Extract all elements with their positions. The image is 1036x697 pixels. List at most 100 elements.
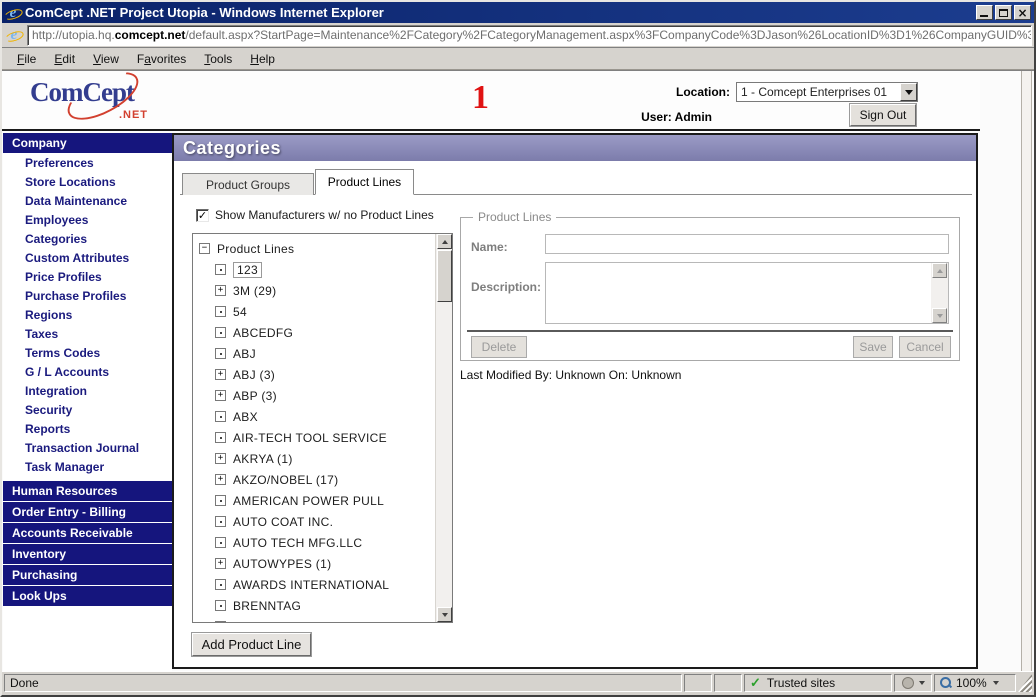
sidebar-section-accounts-receivable[interactable]: Accounts Receivable (3, 523, 172, 543)
sidebar-item-reports[interactable]: Reports (3, 420, 172, 439)
tree-row[interactable]: + AUTOWYPES (1) (193, 553, 435, 574)
leaf-node-icon[interactable] (215, 327, 226, 338)
tree-row[interactable]: + AKZO/NOBEL (17) (193, 469, 435, 490)
protected-mode-pane[interactable] (894, 674, 932, 692)
tree-row[interactable]: BRENNTAG (193, 595, 435, 616)
expand-icon[interactable]: + (215, 558, 226, 569)
tree-node-label[interactable]: ABCEDFG (233, 326, 293, 340)
tree-node-label[interactable]: 3M (29) (233, 284, 276, 298)
sidebar-item-terms-codes[interactable]: Terms Codes (3, 344, 172, 363)
menu-file[interactable]: File (8, 49, 45, 69)
leaf-node-icon[interactable] (215, 306, 226, 317)
scroll-up-button[interactable] (932, 263, 947, 278)
sign-out-button[interactable]: Sign Out (850, 104, 916, 126)
tree-node-label[interactable]: 54 (233, 305, 247, 319)
tree-row[interactable]: + ABJ (3) (193, 364, 435, 385)
location-dropdown-button[interactable] (900, 83, 917, 101)
maximize-button[interactable] (995, 5, 1012, 20)
leaf-node-icon[interactable] (215, 537, 226, 548)
tree-node-label[interactable]: AUTOWYPES (1) (233, 557, 331, 571)
menu-favorites[interactable]: Favorites (128, 49, 195, 69)
tab-product-lines[interactable]: Product Lines (315, 169, 414, 195)
show-manufacturers-checkbox[interactable]: ✓ (196, 208, 209, 222)
tree-row[interactable]: +3M (29) (193, 280, 435, 301)
scroll-down-button[interactable] (437, 607, 452, 622)
tree-node-label[interactable]: Product Lines (217, 242, 294, 256)
tree-row[interactable]: AWARDS INTERNATIONAL (193, 574, 435, 595)
tree-node-label[interactable]: 123 (233, 261, 262, 278)
leaf-node-icon[interactable] (215, 432, 226, 443)
leaf-node-icon[interactable] (215, 411, 226, 422)
tree-node-label[interactable]: ABJ (3) (233, 368, 275, 382)
sidebar-item-regions[interactable]: Regions (3, 306, 172, 325)
resize-grip[interactable] (1018, 674, 1032, 692)
sidebar-item-custom-attributes[interactable]: Custom Attributes (3, 249, 172, 268)
sidebar-item-g-l-accounts[interactable]: G / L Accounts (3, 363, 172, 382)
sidebar-item-categories[interactable]: Categories (3, 230, 172, 249)
leaf-node-icon[interactable] (215, 516, 226, 527)
add-product-line-button[interactable]: Add Product Line (192, 633, 311, 656)
name-input[interactable] (545, 234, 949, 254)
tree-scrollbar[interactable] (435, 234, 452, 622)
tree-node-label[interactable]: AMERICAN POWER PULL (233, 494, 384, 508)
cancel-button[interactable]: Cancel (899, 336, 951, 358)
tree-node-label[interactable]: AUTO TECH MFG.LLC (233, 536, 362, 550)
sidebar-item-task-manager[interactable]: Task Manager (3, 458, 172, 477)
tree-row[interactable]: 54 (193, 301, 435, 322)
minimize-button[interactable] (976, 5, 993, 20)
tree-node-label[interactable]: BRENNTAG (233, 599, 301, 613)
sidebar-section-inventory[interactable]: Inventory (3, 544, 172, 564)
tree-row[interactable]: 123 (193, 259, 435, 280)
delete-button[interactable]: Delete (471, 336, 527, 358)
expand-icon[interactable]: + (215, 453, 226, 464)
sidebar-section-human-resources[interactable]: Human Resources (3, 481, 172, 501)
tree-node-label[interactable]: AIR-TECH TOOL SERVICE (233, 431, 387, 445)
menu-edit[interactable]: Edit (45, 49, 84, 69)
tree-row-partial[interactable]: + (193, 616, 435, 622)
expand-icon[interactable]: + (215, 621, 226, 622)
sidebar-item-preferences[interactable]: Preferences (3, 154, 172, 173)
leaf-node-icon[interactable] (215, 579, 226, 590)
scroll-up-button[interactable] (437, 234, 452, 249)
sidebar-section-order-entry-billing[interactable]: Order Entry - Billing (3, 502, 172, 522)
tree-node-label[interactable]: AUTO COAT INC. (233, 515, 333, 529)
collapse-icon[interactable]: − (199, 243, 210, 254)
scrollbar-thumb[interactable] (437, 250, 452, 302)
tree-row[interactable]: ABJ (193, 343, 435, 364)
save-button[interactable]: Save (853, 336, 893, 358)
close-button[interactable]: × (1014, 5, 1031, 20)
tab-product-groups[interactable]: Product Groups (182, 173, 314, 195)
tree-row[interactable]: ABCEDFG (193, 322, 435, 343)
leaf-node-icon[interactable] (215, 495, 226, 506)
tree-node-label[interactable]: ABX (233, 410, 258, 424)
expand-icon[interactable]: + (215, 285, 226, 296)
description-input[interactable] (546, 263, 931, 323)
page-scrollbar[interactable] (1021, 71, 1032, 671)
zoom-control[interactable]: 100% (934, 674, 1016, 692)
sidebar-item-store-locations[interactable]: Store Locations (3, 173, 172, 192)
sidebar-item-purchase-profiles[interactable]: Purchase Profiles (3, 287, 172, 306)
sidebar-item-security[interactable]: Security (3, 401, 172, 420)
sidebar-section-look-ups[interactable]: Look Ups (3, 586, 172, 606)
tree-node-label[interactable]: AKRYA (1) (233, 452, 293, 466)
sidebar-item-transaction-journal[interactable]: Transaction Journal (3, 439, 172, 458)
sidebar-item-price-profiles[interactable]: Price Profiles (3, 268, 172, 287)
scroll-down-button[interactable] (932, 308, 947, 323)
tree-row[interactable]: AUTO TECH MFG.LLC (193, 532, 435, 553)
sidebar-item-taxes[interactable]: Taxes (3, 325, 172, 344)
sidebar-item-employees[interactable]: Employees (3, 211, 172, 230)
tree-row[interactable]: AMERICAN POWER PULL (193, 490, 435, 511)
menu-view[interactable]: View (84, 49, 128, 69)
description-scrollbar[interactable] (931, 263, 948, 323)
tree-row[interactable]: + ABP (3) (193, 385, 435, 406)
menu-tools[interactable]: Tools (195, 49, 241, 69)
menu-help[interactable]: Help (241, 49, 284, 69)
tree-node-label[interactable]: ABJ (233, 347, 256, 361)
tree-row[interactable]: AIR-TECH TOOL SERVICE (193, 427, 435, 448)
expand-icon[interactable]: + (215, 390, 226, 401)
expand-icon[interactable]: + (215, 369, 226, 380)
tree-node-label[interactable]: AWARDS INTERNATIONAL (233, 578, 389, 592)
sidebar-item-integration[interactable]: Integration (3, 382, 172, 401)
sidebar-section-purchasing[interactable]: Purchasing (3, 565, 172, 585)
address-input[interactable]: http://utopia.hq. comcept.net/default.asp… (27, 24, 1032, 46)
